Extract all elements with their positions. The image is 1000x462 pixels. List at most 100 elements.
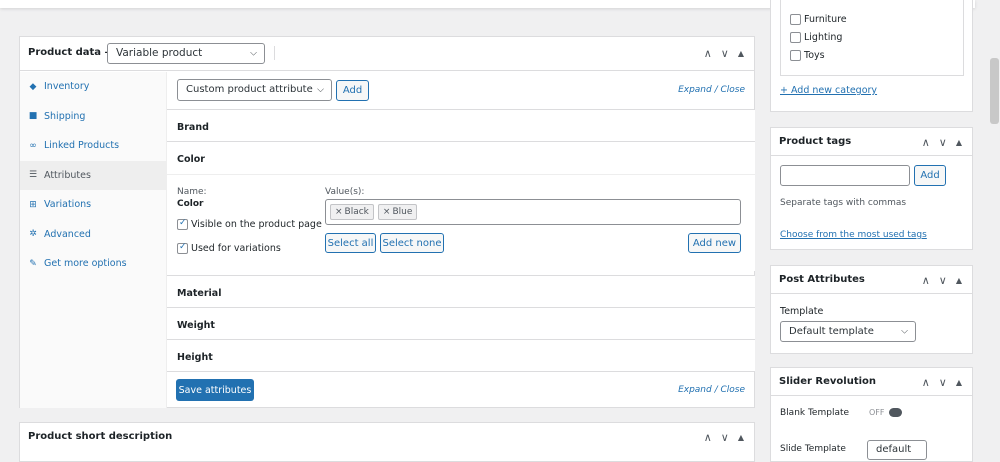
category-label: Furniture [804, 14, 847, 25]
category-item[interactable]: Lighting [790, 32, 842, 43]
chevron-up-icon[interactable]: ∧ [922, 377, 930, 388]
chevron-down-icon: ⌵ [901, 326, 908, 336]
attribute-row-height[interactable]: Height [167, 339, 755, 371]
values-label: Value(s): [325, 187, 365, 197]
attribute-name: Material [177, 288, 222, 299]
chevron-up-icon[interactable]: ∧ [922, 275, 930, 286]
choose-most-used-tags-link[interactable]: Choose from the most used tags [780, 230, 927, 240]
product-data-panel: Product data — Variable product ⌵ ∧ ∨ ▲ … [19, 36, 755, 408]
slider-revolution-title: Slider Revolution [779, 376, 877, 387]
list-icon: ☰ [28, 170, 38, 181]
expand-close-link-bottom[interactable]: Expand / Close [678, 385, 745, 395]
collapse-toggle-icon[interactable]: ▲ [956, 378, 962, 387]
page-scrollbar[interactable] [988, 0, 1000, 450]
tab-label: Variations [44, 199, 92, 211]
tab-variations[interactable]: ⊞ Variations [20, 190, 166, 220]
name-value: Color [177, 199, 204, 209]
attribute-row-brand[interactable]: Brand [167, 109, 755, 141]
tag-input[interactable] [780, 165, 910, 186]
tab-get-more-options[interactable]: ✎ Get more options [20, 249, 166, 279]
chevron-down-icon[interactable]: ∨ [939, 377, 947, 388]
link-icon: ∞ [29, 140, 37, 151]
tab-label: Advanced [44, 228, 91, 240]
chevron-down-icon[interactable]: ∨ [721, 48, 729, 59]
attribute-select[interactable]: Custom product attribute ⌵ [177, 79, 332, 101]
slider-revolution-panel: Slider Revolution ∧ ∨ ▲ Blank Template O… [770, 367, 973, 462]
collapse-toggle-icon[interactable]: ▲ [956, 276, 962, 285]
toggle-state: OFF [869, 408, 885, 417]
template-select-value: Default template [789, 326, 874, 337]
value-tag[interactable]: × Blue [377, 204, 418, 220]
tags-hint: Separate tags with commas [780, 198, 907, 208]
short-description-panel: Product short description ∧ ∨ ▲ [19, 422, 755, 462]
select-all-button[interactable]: Select all [325, 233, 376, 253]
collapse-toggle-icon[interactable]: ▲ [738, 433, 744, 442]
chevron-down-icon[interactable]: ∨ [721, 432, 729, 443]
category-item[interactable]: Furniture [790, 14, 847, 25]
category-label: Lighting [804, 32, 843, 43]
category-item[interactable]: Toys [790, 50, 825, 61]
category-checklist: Furniture Lighting Toys [780, 0, 964, 76]
chevron-down-icon[interactable]: ∨ [939, 275, 947, 286]
add-new-category-link[interactable]: + Add new category [780, 85, 877, 96]
visible-checkbox-row[interactable]: Visible on the product page [177, 218, 322, 230]
tab-linked-products[interactable]: ∞ Linked Products [20, 131, 166, 161]
tab-inventory[interactable]: ◆ Inventory [20, 72, 166, 102]
tab-label: Get more options [44, 258, 127, 270]
collapse-toggle-icon[interactable]: ▲ [956, 138, 962, 147]
slide-template-label: Slide Template [780, 444, 846, 454]
variations-checkbox[interactable] [177, 242, 188, 254]
chevron-down-icon[interactable]: ∨ [939, 137, 947, 148]
product-type-select[interactable]: Variable product ⌵ [107, 43, 265, 64]
product-tags-title: Product tags [779, 136, 852, 147]
visible-checkbox[interactable] [177, 218, 188, 230]
product-type-value: Variable product [116, 47, 203, 59]
attribute-name: Height [177, 352, 213, 363]
attribute-row-color: Color Name: Color Visible on the product… [167, 141, 755, 271]
tag-label: Blue [392, 207, 413, 217]
grid-icon: ⊞ [29, 199, 37, 210]
tag-label: Black [344, 207, 369, 217]
expand-close-link-top[interactable]: Expand / Close [678, 85, 745, 95]
panel-controls: ∧ ∨ ▲ [922, 377, 962, 388]
chevron-up-icon[interactable]: ∧ [922, 137, 930, 148]
attribute-row-material[interactable]: Material [167, 275, 755, 307]
post-attributes-panel: Post Attributes ∧ ∨ ▲ Template Default t… [770, 265, 973, 354]
value-tag[interactable]: × Black [330, 204, 374, 220]
category-checkbox[interactable] [790, 32, 801, 43]
add-tag-button[interactable]: Add [914, 165, 946, 186]
attribute-row-weight[interactable]: Weight [167, 307, 755, 339]
panel-controls: ∧ ∨ ▲ [922, 275, 962, 286]
add-attribute-button[interactable]: Add [336, 80, 369, 101]
product-tags-header: Product tags ∧ ∨ ▲ [771, 128, 972, 156]
attributes-footer-divider [167, 371, 755, 372]
remove-tag-icon[interactable]: × [383, 207, 391, 217]
tab-shipping[interactable]: ■ Shipping [20, 102, 166, 132]
chevron-up-icon[interactable]: ∧ [704, 48, 712, 59]
values-input[interactable]: × Black × Blue [325, 199, 741, 225]
short-description-title: Product short description [28, 431, 173, 442]
remove-tag-icon[interactable]: × [335, 207, 343, 217]
add-new-value-button[interactable]: Add new [688, 233, 741, 253]
panel-controls: ∧ ∨ ▲ [704, 432, 744, 443]
tab-advanced[interactable]: ✲ Advanced [20, 220, 166, 250]
category-checkbox[interactable] [790, 50, 801, 61]
select-none-button[interactable]: Select none [380, 233, 444, 253]
category-checkbox[interactable] [790, 14, 801, 25]
post-attributes-title: Post Attributes [779, 274, 865, 285]
variations-checkbox-row[interactable]: Used for variations [177, 242, 281, 254]
collapse-toggle-icon[interactable]: ▲ [738, 49, 744, 58]
truck-icon: ■ [28, 111, 38, 122]
product-data-header: Product data — Variable product ⌵ ∧ ∨ ▲ [20, 37, 754, 71]
blank-template-toggle[interactable]: OFF [869, 408, 902, 417]
slide-template-select[interactable]: default [867, 440, 927, 460]
chevron-up-icon[interactable]: ∧ [704, 432, 712, 443]
tab-attributes[interactable]: ☰ Attributes [20, 160, 166, 190]
template-select[interactable]: Default template ⌵ [780, 321, 916, 342]
attribute-name[interactable]: Color [177, 154, 205, 165]
name-label: Name: [177, 187, 207, 197]
panel-controls: ∧ ∨ ▲ [704, 48, 744, 59]
category-label: Toys [804, 50, 825, 61]
save-attributes-button[interactable]: Save attributes [176, 379, 254, 401]
scrollbar-thumb[interactable] [990, 58, 999, 124]
